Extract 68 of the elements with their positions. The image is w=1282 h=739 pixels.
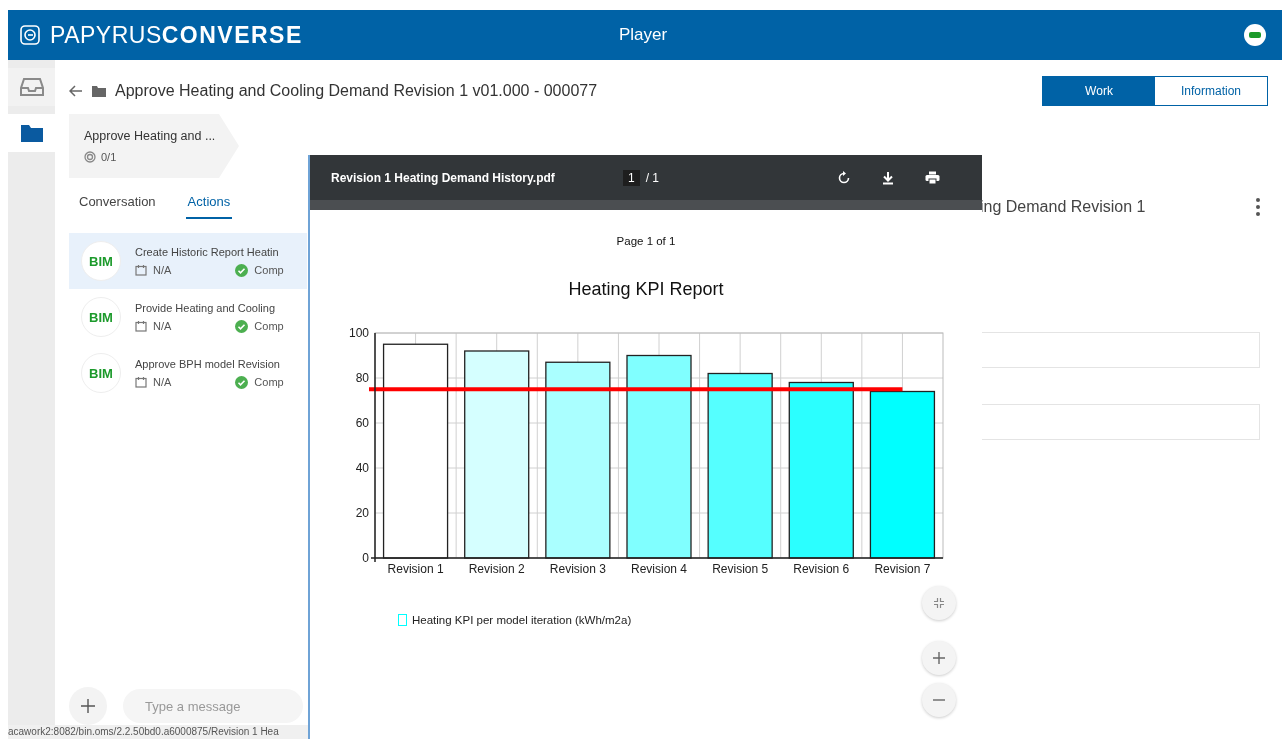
- action-title: Provide Heating and Cooling: [135, 301, 277, 314]
- view-tab[interactable]: Work: [1043, 77, 1155, 105]
- page-total: / 1: [645, 170, 660, 185]
- zoom-in-button[interactable]: [922, 641, 956, 675]
- axis-tick-label: 20: [355, 506, 369, 520]
- due-date: N/A: [153, 376, 172, 388]
- target-icon: [84, 151, 96, 163]
- axis-tick-label: 40: [355, 461, 369, 475]
- rotate-icon[interactable]: [837, 170, 852, 185]
- avatar: BIM: [81, 297, 121, 337]
- category-label: Revision 2: [468, 562, 525, 576]
- add-button[interactable]: [69, 687, 107, 725]
- check-icon: [235, 375, 249, 389]
- calendar-icon: [135, 320, 147, 332]
- download-icon[interactable]: [881, 170, 896, 185]
- app-title: Player: [618, 25, 668, 45]
- back-arrow-icon[interactable]: [69, 85, 83, 97]
- print-icon[interactable]: [925, 170, 941, 185]
- action-item[interactable]: BIM Approve BPH model Revision N/A Comp: [69, 345, 307, 401]
- category-label: Revision 4: [631, 562, 687, 576]
- axis-tick-label: 0: [362, 551, 369, 565]
- step-label: Approve Heating and ...: [84, 129, 217, 143]
- collapse-icon: [934, 598, 944, 608]
- category-label: Revision 6: [793, 562, 850, 576]
- action-title: Approve BPH model Revision: [135, 357, 281, 370]
- page-label: Page 1 of 1: [616, 235, 676, 247]
- avatar: BIM: [81, 353, 121, 393]
- folder-icon: [19, 123, 44, 143]
- logo-icon: [20, 25, 40, 45]
- plus-icon: [933, 652, 945, 664]
- file-name: Revision 1 Heating Demand History.pdf: [331, 170, 556, 185]
- brand-logo-text: PAPYRUSCONVERSE: [50, 21, 303, 49]
- status-label: Comp: [254, 264, 284, 276]
- axis-tick-label: 60: [355, 416, 369, 430]
- check-icon: [235, 263, 249, 277]
- axis-tick-label: 100: [348, 326, 369, 340]
- page-title: Approve Heating and Cooling Demand Revision 1 v01.000 - 000077: [115, 82, 598, 100]
- folder-icon: [92, 85, 106, 97]
- page-number-field[interactable]: 1: [623, 169, 640, 186]
- action-item[interactable]: BIM Create Historic Report Heatin N/A Comp: [69, 233, 307, 289]
- rail-item[interactable]: [8, 68, 55, 106]
- category-label: Revision 5: [712, 562, 769, 576]
- category-label: Revision 7: [874, 562, 931, 576]
- axis-tick-label: 80: [355, 371, 369, 385]
- due-date: N/A: [153, 264, 172, 276]
- category-label: Revision 1: [387, 562, 444, 576]
- more-options-icon[interactable]: [1256, 198, 1260, 216]
- status-label: Comp: [254, 376, 284, 388]
- plus-icon: [80, 698, 96, 714]
- due-date: N/A: [153, 320, 172, 332]
- check-icon: [235, 319, 249, 333]
- zoom-out-button[interactable]: [922, 683, 956, 717]
- calendar-icon: [135, 264, 147, 276]
- status-url: acawork2:8082/bin.oms/2.2.50bd0.a6000875/Revision 1 Hea: [8, 725, 308, 739]
- message-field[interactable]: Type a message: [123, 689, 303, 723]
- category-label: Revision 3: [549, 562, 606, 576]
- tab[interactable]: Conversation: [77, 192, 158, 219]
- avatar-icon[interactable]: [1244, 24, 1266, 46]
- chart-title: Heating KPI Report: [568, 279, 724, 300]
- status-label: Comp: [254, 320, 284, 332]
- legend-label: Heating KPI per model iteration (kWh/m2a): [412, 614, 632, 626]
- fit-page-button[interactable]: [922, 586, 956, 620]
- action-title: Create Historic Report Heatin: [135, 245, 280, 258]
- inbox-icon: [19, 77, 44, 97]
- tab[interactable]: Actions: [185, 192, 233, 219]
- action-item[interactable]: BIM Provide Heating and Cooling N/A Comp: [69, 289, 307, 345]
- calendar-icon: [135, 376, 147, 388]
- avatar: BIM: [81, 241, 121, 281]
